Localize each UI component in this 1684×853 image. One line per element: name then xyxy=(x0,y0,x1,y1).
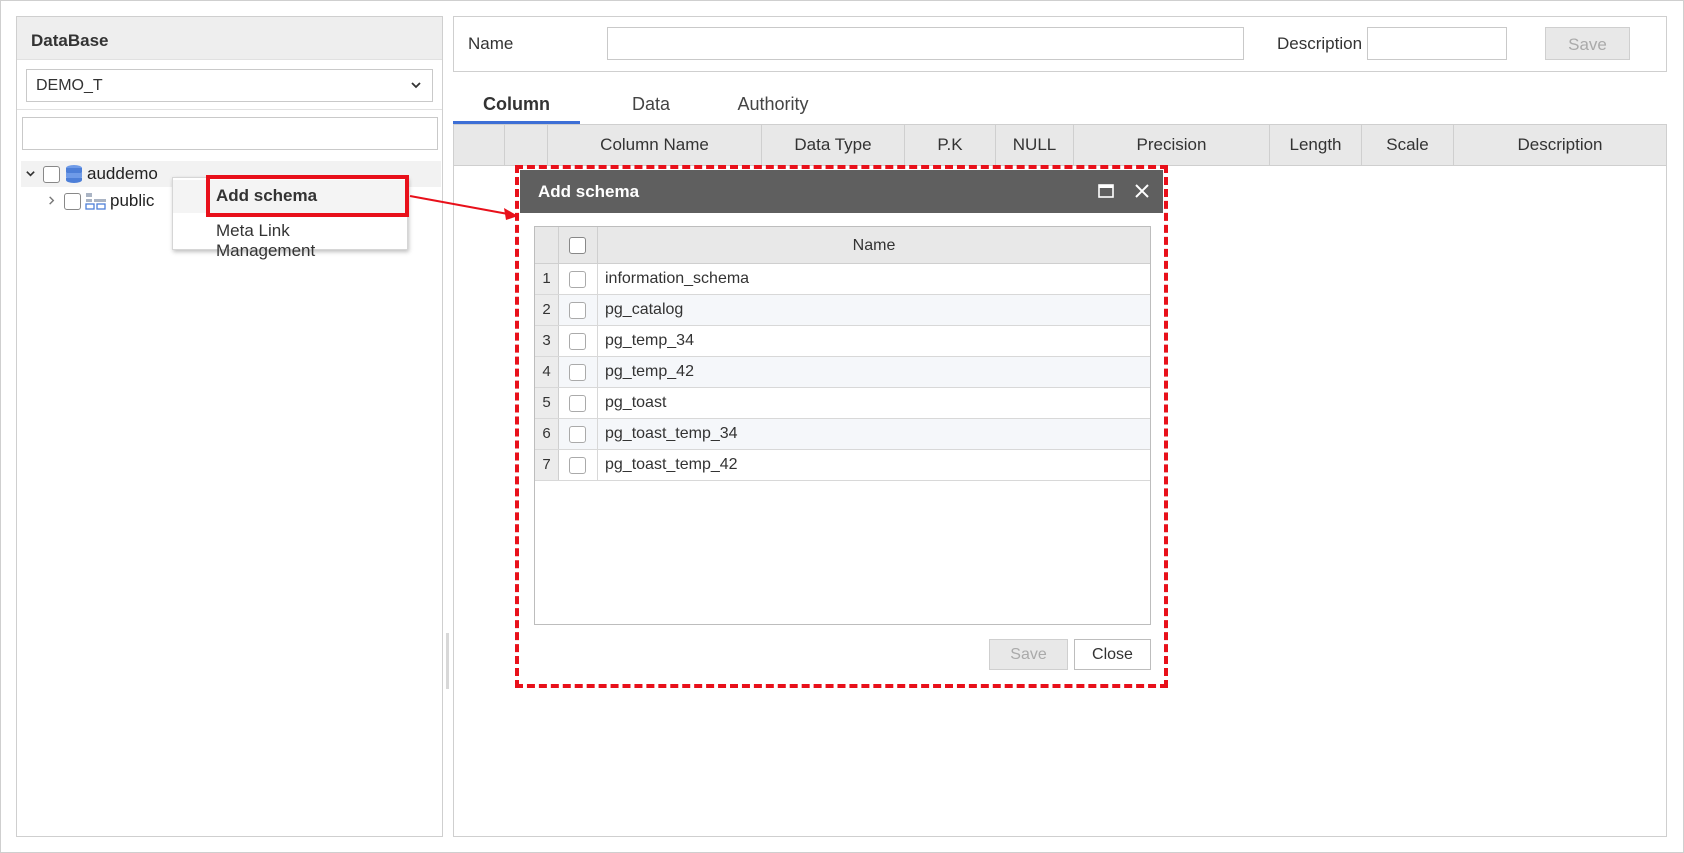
select-all-checkbox[interactable] xyxy=(569,237,586,254)
table-row[interactable]: 3 pg_temp_34 xyxy=(535,326,1150,357)
annotation-highlight-box xyxy=(206,175,409,217)
dialog-save-button[interactable]: Save xyxy=(989,639,1068,670)
schema-name: pg_toast xyxy=(605,394,667,411)
name-column-header[interactable]: Name xyxy=(598,227,1150,264)
row-checkbox-cell xyxy=(559,326,598,356)
table-row[interactable]: 2 pg_catalog xyxy=(535,295,1150,326)
row-checkbox[interactable] xyxy=(569,426,586,443)
row-checkbox[interactable] xyxy=(569,457,586,474)
column-table-header: Column Name Data Type P.K NULL Precision… xyxy=(454,125,1666,166)
row-checkbox[interactable] xyxy=(569,395,586,412)
tree-node-schema[interactable]: public xyxy=(42,188,154,214)
header-length[interactable]: Length xyxy=(1270,125,1362,166)
header-cell-blank xyxy=(505,125,548,166)
row-checkbox[interactable] xyxy=(569,271,586,288)
header-description[interactable]: Description xyxy=(1454,125,1666,166)
save-button[interactable]: Save xyxy=(1545,27,1630,60)
schema-name: pg_catalog xyxy=(605,301,684,318)
database-panel: DataBase DEMO_T auddemo public xyxy=(16,16,443,837)
schema-name: pg_temp_42 xyxy=(605,363,694,380)
tab-column[interactable]: Column xyxy=(453,90,580,124)
close-icon[interactable] xyxy=(1131,180,1153,202)
divider xyxy=(17,109,442,110)
maximize-icon[interactable] xyxy=(1095,180,1117,202)
dialog-close-button[interactable]: Close xyxy=(1074,639,1151,670)
name-label: Name xyxy=(468,34,514,53)
table-row[interactable]: 6 pg_toast_temp_34 xyxy=(535,419,1150,450)
add-schema-dialog: Add schema Name 1 information_schema 2 p… xyxy=(520,170,1163,683)
row-checkbox-cell xyxy=(559,450,598,480)
header-pk[interactable]: P.K xyxy=(905,125,996,166)
header-column-name[interactable]: Column Name xyxy=(548,125,762,166)
row-number-header xyxy=(535,227,559,264)
tree-node-checkbox[interactable] xyxy=(64,192,81,210)
dialog-title-bar[interactable]: Add schema xyxy=(520,170,1163,213)
schema-name: pg_temp_34 xyxy=(605,332,694,349)
row-checkbox[interactable] xyxy=(569,302,586,319)
row-checkbox[interactable] xyxy=(569,364,586,381)
tab-authority[interactable]: Authority xyxy=(718,90,828,124)
header-scale[interactable]: Scale xyxy=(1362,125,1454,166)
grid-header: Name xyxy=(535,227,1150,264)
tree-search-input[interactable] xyxy=(22,117,438,150)
header-null[interactable]: NULL xyxy=(996,125,1074,166)
table-row[interactable]: 1 information_schema xyxy=(535,264,1150,295)
row-number: 4 xyxy=(535,357,559,387)
header-data-type[interactable]: Data Type xyxy=(762,125,905,166)
schema-form: Name Description Save xyxy=(453,16,1667,72)
table-row[interactable]: 5 pg_toast xyxy=(535,388,1150,419)
row-checkbox-cell xyxy=(559,264,598,294)
table-row[interactable]: 4 pg_temp_42 xyxy=(535,357,1150,388)
row-checkbox[interactable] xyxy=(569,333,586,350)
row-checkbox-cell xyxy=(559,357,598,387)
row-number: 3 xyxy=(535,326,559,356)
select-all-cell xyxy=(559,227,598,264)
chevron-down-icon xyxy=(410,78,422,94)
schema-name: information_schema xyxy=(605,270,750,287)
row-number: 5 xyxy=(535,388,559,418)
header-precision[interactable]: Precision xyxy=(1074,125,1270,166)
description-input[interactable] xyxy=(1367,27,1507,60)
chevron-right-icon[interactable] xyxy=(42,194,60,209)
row-number: 6 xyxy=(535,419,559,449)
dialog-title: Add schema xyxy=(538,182,640,201)
chevron-down-icon[interactable] xyxy=(21,167,39,182)
row-number: 2 xyxy=(535,295,559,325)
database-select[interactable]: DEMO_T xyxy=(26,69,433,102)
row-checkbox-cell xyxy=(559,295,598,325)
tree-node-checkbox[interactable] xyxy=(43,165,60,183)
menu-item-meta-link-management[interactable]: Meta Link Management xyxy=(173,215,407,260)
schema-name: pg_toast_temp_34 xyxy=(605,425,738,442)
schema-grid: Name 1 information_schema 2 pg_catalog 3… xyxy=(534,226,1151,625)
header-cell-blank xyxy=(454,125,505,166)
schema-name: pg_toast_temp_42 xyxy=(605,456,738,473)
description-label: Description xyxy=(1277,34,1363,53)
table-row[interactable]: 7 pg_toast_temp_42 xyxy=(535,450,1150,481)
row-checkbox-cell xyxy=(559,419,598,449)
tree-node-label: auddemo xyxy=(87,164,158,183)
tree-node-label: public xyxy=(110,191,155,210)
database-icon xyxy=(64,164,84,184)
database-panel-title: DataBase xyxy=(17,17,442,60)
row-checkbox-cell xyxy=(559,388,598,418)
tab-data[interactable]: Data xyxy=(601,90,701,124)
row-number: 1 xyxy=(535,264,559,294)
database-select-value: DEMO_T xyxy=(36,77,103,94)
row-number: 7 xyxy=(535,450,559,480)
panel-splitter-handle[interactable] xyxy=(446,633,449,689)
schema-icon xyxy=(85,191,107,211)
name-input[interactable] xyxy=(607,27,1244,60)
